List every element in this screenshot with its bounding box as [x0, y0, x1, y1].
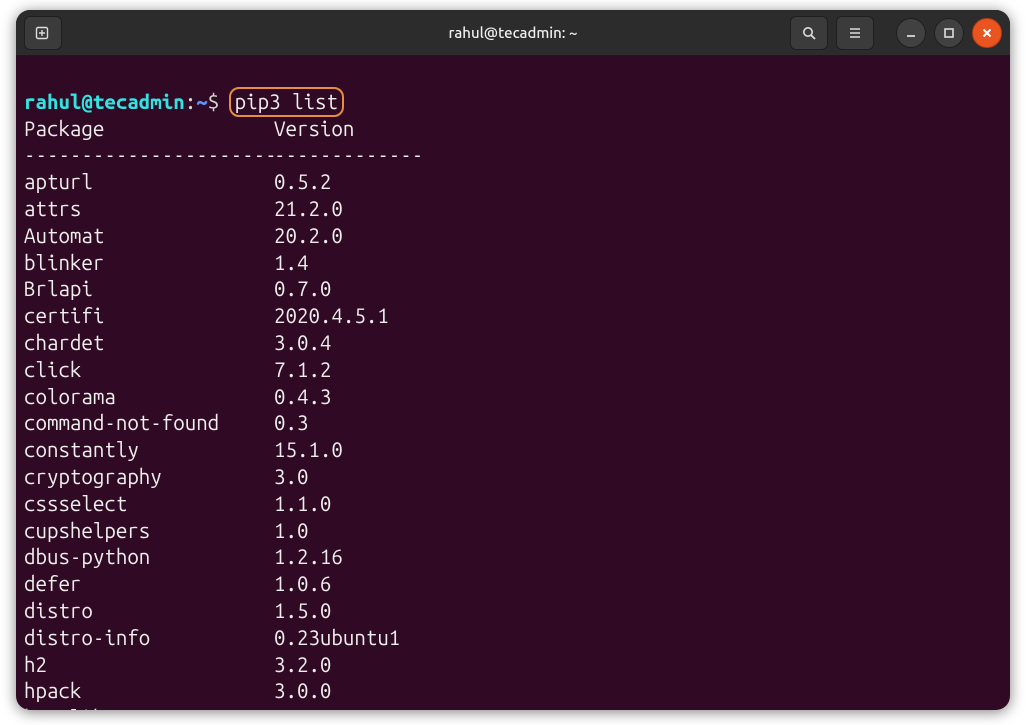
package-name: certifi [24, 303, 274, 330]
package-name: h2 [24, 652, 274, 679]
table-row: hpack3.0.0 [24, 678, 1002, 705]
titlebar: rahul@tecadmin: ~ [16, 10, 1010, 56]
maximize-button[interactable] [934, 18, 964, 48]
package-name: constantly [24, 437, 274, 464]
package-version: 0.3 [274, 411, 308, 434]
hamburger-icon [847, 25, 863, 41]
package-version: 3.2.0 [274, 653, 331, 676]
table-row: cssselect1.1.0 [24, 491, 1002, 518]
table-row: blinker1.4 [24, 250, 1002, 277]
table-row: cupshelpers1.0 [24, 518, 1002, 545]
divider-version: ------------- [274, 143, 423, 166]
table-row: distro-info0.23ubuntu1 [24, 625, 1002, 652]
package-name: cryptography [24, 464, 274, 491]
search-button[interactable] [790, 16, 828, 50]
package-name: distro [24, 598, 274, 625]
typed-command: pip3 list [235, 90, 338, 113]
package-version: 7.1.2 [274, 358, 331, 381]
table-row: dbus-python1.2.16 [24, 544, 1002, 571]
package-version: 3.0.0 [274, 679, 331, 702]
header-package: Package [24, 116, 274, 143]
package-version: 1.1.0 [274, 492, 331, 515]
package-name: Automat [24, 223, 274, 250]
package-name: dbus-python [24, 544, 274, 571]
table-row: click7.1.2 [24, 357, 1002, 384]
table-row: defer1.0.6 [24, 571, 1002, 598]
package-name: attrs [24, 196, 274, 223]
packages-divider-row: ----------------------------------- [24, 142, 1002, 169]
table-row: cryptography3.0 [24, 464, 1002, 491]
package-version: 1.0.6 [274, 572, 331, 595]
package-name: Brlapi [24, 276, 274, 303]
package-name: click [24, 357, 274, 384]
terminal-window: rahul@tecadmin: ~ [16, 10, 1010, 710]
package-name: blinker [24, 250, 274, 277]
table-row: httplib20.18.1 [24, 705, 1002, 710]
package-version: 0.4.3 [274, 385, 331, 408]
prompt-dollar: $ [208, 90, 219, 113]
package-name: cssselect [24, 491, 274, 518]
new-tab-button[interactable] [24, 16, 62, 50]
close-icon [981, 27, 993, 39]
package-list: apturl0.5.2attrs21.2.0Automat20.2.0blink… [24, 169, 1002, 710]
table-row: Brlapi0.7.0 [24, 276, 1002, 303]
package-version: 1.5.0 [274, 599, 331, 622]
package-version: 0.7.0 [274, 277, 331, 300]
terminal-body[interactable]: rahul@tecadmin:~$ pip3 list PackageVersi… [16, 56, 1010, 710]
package-name: apturl [24, 169, 274, 196]
package-version: 0.18.1 [274, 706, 343, 710]
table-row: constantly15.1.0 [24, 437, 1002, 464]
header-version: Version [274, 117, 354, 140]
package-name: hpack [24, 678, 274, 705]
package-name: defer [24, 571, 274, 598]
package-version: 3.0.4 [274, 331, 331, 354]
package-version: 3.0 [274, 465, 308, 488]
hamburger-menu-button[interactable] [836, 16, 874, 50]
minimize-icon [905, 27, 917, 39]
prompt-userhost: rahul@tecadmin [24, 90, 185, 113]
package-name: chardet [24, 330, 274, 357]
package-name: distro-info [24, 625, 274, 652]
command-highlight-box: pip3 list [229, 87, 344, 117]
table-row: certifi2020.4.5.1 [24, 303, 1002, 330]
package-version: 1.4 [274, 251, 308, 274]
divider-package: ---------------------- [24, 142, 274, 169]
maximize-icon [943, 27, 955, 39]
search-icon [801, 25, 817, 41]
package-version: 20.2.0 [274, 224, 343, 247]
table-row: command-not-found0.3 [24, 410, 1002, 437]
table-row: h23.2.0 [24, 652, 1002, 679]
package-name: httplib2 [24, 705, 274, 710]
package-version: 1.0 [274, 519, 308, 542]
package-version: 0.5.2 [274, 170, 331, 193]
package-version: 15.1.0 [274, 438, 343, 461]
new-tab-icon [35, 25, 51, 41]
package-name: command-not-found [24, 410, 274, 437]
package-name: cupshelpers [24, 518, 274, 545]
table-row: attrs21.2.0 [24, 196, 1002, 223]
minimize-button[interactable] [896, 18, 926, 48]
table-row: apturl0.5.2 [24, 169, 1002, 196]
packages-header-row: PackageVersion [24, 116, 1002, 143]
table-row: distro1.5.0 [24, 598, 1002, 625]
table-row: colorama0.4.3 [24, 384, 1002, 411]
package-version: 1.2.16 [274, 545, 343, 568]
table-row: chardet3.0.4 [24, 330, 1002, 357]
prompt-colon: : [185, 90, 196, 113]
package-name: colorama [24, 384, 274, 411]
table-row: Automat20.2.0 [24, 223, 1002, 250]
package-version: 0.23ubuntu1 [274, 626, 400, 649]
package-version: 21.2.0 [274, 197, 343, 220]
package-version: 2020.4.5.1 [274, 304, 389, 327]
prompt-path: ~ [196, 90, 207, 113]
close-button[interactable] [972, 18, 1002, 48]
